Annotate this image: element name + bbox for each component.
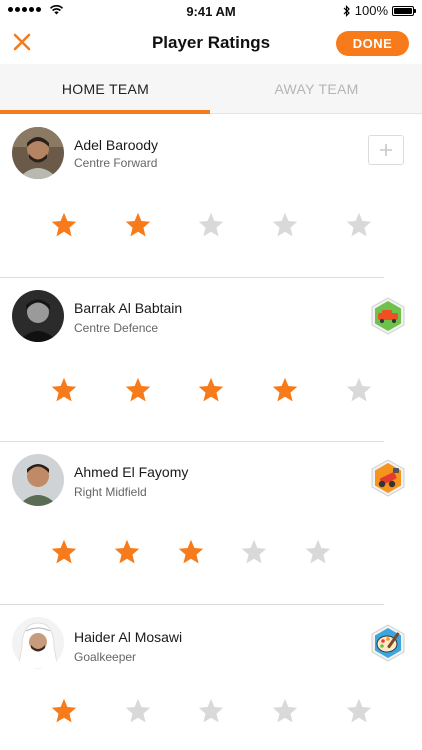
star-icon[interactable] [271,376,299,404]
nav-header: Player Ratings DONE [0,24,422,64]
bluetooth-icon [343,4,350,17]
player-name: Barrak Al Babtain [74,300,183,316]
player-card: Haider Al Mosawi Goalkeeper [0,605,422,750]
add-icon [380,144,392,156]
close-icon [13,33,31,51]
player-badge-button[interactable] [368,458,408,498]
player-card: Adel Baroody Centre Forward [0,115,422,279]
close-button[interactable] [10,30,36,56]
tab-home-team[interactable]: HOME TEAM [0,64,211,113]
player-card: Ahmed El Fayomy Right Midfield [0,442,422,606]
player-position: Centre Forward [74,156,158,170]
player-position: Centre Defence [74,321,159,335]
avatar [12,617,64,669]
star-icon[interactable] [197,211,225,239]
star-icon[interactable] [50,376,78,404]
star-icon[interactable] [124,376,152,404]
star-icon[interactable] [124,211,152,239]
cannon-badge-icon [371,459,405,497]
status-bar: 9:41 AM 100% [0,0,422,24]
star-icon[interactable] [345,697,373,725]
player-name: Haider Al Mosawi [74,629,183,645]
star-icon[interactable] [271,211,299,239]
star-icon[interactable] [177,538,205,566]
star-icon[interactable] [345,211,373,239]
player-badge-button[interactable] [368,623,408,663]
star-icon[interactable] [271,697,299,725]
battery-percent: 100% [354,3,388,18]
status-right: 100% [343,3,416,18]
player-card: Barrak Al Babtain Centre Defence [0,278,422,442]
player-position: Right Midfield [74,485,147,499]
star-icon[interactable] [50,538,78,566]
team-tabs: HOME TEAM AWAY TEAM [0,64,422,114]
star-icon[interactable] [197,376,225,404]
star-icon[interactable] [50,697,78,725]
active-tab-indicator [0,110,210,114]
battery-icon [392,5,416,16]
player-name: Ahmed El Fayomy [74,464,189,480]
done-button[interactable]: DONE [336,31,409,56]
palette-badge-icon [371,624,405,662]
star-icon[interactable] [124,697,152,725]
star-icon[interactable] [304,538,332,566]
avatar [12,127,64,179]
avatar [12,454,64,506]
add-badge-button[interactable] [368,135,404,165]
tab-away-team[interactable]: AWAY TEAM [211,64,422,113]
star-icon[interactable] [50,211,78,239]
star-icon[interactable] [197,697,225,725]
avatar [12,290,64,342]
car-badge-icon [371,297,405,335]
player-badge-button[interactable] [368,296,408,336]
player-position: Goalkeeper [74,650,137,664]
star-icon[interactable] [345,376,373,404]
player-name: Adel Baroody [74,137,159,153]
star-icon[interactable] [240,538,268,566]
star-icon[interactable] [113,538,141,566]
